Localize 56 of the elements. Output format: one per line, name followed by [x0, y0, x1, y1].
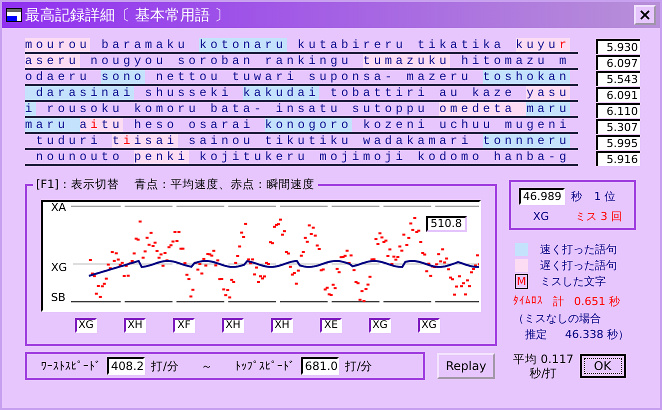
typed-line: tuduri t i isai sainou tikutiku wadakamari tonnneru	[25, 134, 578, 150]
grade-label: XH	[271, 318, 293, 333]
average-label: 平均 0.117	[513, 352, 574, 366]
line-time-field: 6.110	[596, 102, 640, 118]
window-icon	[6, 7, 22, 23]
grade-label: XG	[75, 318, 97, 333]
line-time-field: 6.097	[596, 54, 640, 70]
grade-label: XG	[369, 318, 391, 333]
axis-label: XG	[51, 262, 68, 274]
legend-label: 遅く打った語句	[540, 258, 617, 273]
typed-line: mourou baramaku kotonaru kutabireru tikatika kuyu r	[25, 38, 578, 54]
line-time-field: 5.916	[596, 150, 640, 166]
top-speed-field: 681.0	[300, 357, 339, 375]
grade-result: XG	[533, 210, 550, 223]
time-field: 46.989	[519, 188, 565, 205]
grade-label: XH	[124, 318, 146, 333]
line-time-field: 5.543	[596, 70, 640, 86]
miss-count: ミス 3 回	[575, 209, 622, 224]
typed-line: darasinai shusseki kakudai tobattiri au kaze yasu	[25, 86, 578, 102]
total-label: 計	[553, 294, 564, 309]
time-loss-label: ﾀｲﾑﾛｽ	[513, 294, 543, 309]
line-time-field: 5.930	[596, 38, 640, 54]
unit-label: 打/分	[151, 358, 179, 374]
typed-line: nounouto penki kojitukeru mojimoji kodomo hanba-g	[25, 150, 578, 166]
close-button[interactable]: ×	[634, 5, 656, 25]
time-unit: 秒	[571, 189, 582, 204]
rank-label: 1 位	[594, 189, 616, 204]
typed-line: aseru nougyou soroban rankingu tumazuku hitomazu m	[25, 54, 578, 70]
estimate-value: 46.338 秒）	[565, 327, 629, 342]
top-speed-label: ﾄｯﾌﾟｽﾋﾟｰﾄﾞ	[234, 359, 295, 373]
line-time-field: 5.995	[596, 134, 640, 150]
worst-speed-field: 408.2	[107, 357, 145, 375]
peak-speed-field: 510.8	[426, 216, 467, 232]
grade-label: XF	[173, 318, 195, 333]
replay-button[interactable]: Replay	[437, 353, 495, 379]
worst-speed-label: ﾜｰｽﾄｽﾋﾟｰﾄﾞ	[41, 359, 101, 373]
line-time-field: 5.307	[596, 118, 640, 134]
window-title: 最高記録詳細〔 基本常用語 〕	[25, 6, 231, 24]
unit-label: 打/分	[344, 358, 373, 374]
range-tilde: ～	[200, 358, 213, 374]
grade-label: XH	[222, 318, 244, 333]
legend-label: 速く打った語句	[540, 242, 617, 257]
note-text: （ミスなしの場合	[513, 311, 602, 326]
time-loss-value: 0.651 秒	[574, 294, 620, 309]
average-unit: 秒/打	[529, 366, 558, 380]
graph-caption: [F1]：表示切替 青点：平均速度、赤点：瞬間速度	[33, 177, 318, 192]
miss-sample: M	[515, 274, 528, 289]
typed-line: maru a i tu heso osarai konogoro kozeni uchuu mugeni	[25, 118, 578, 134]
grade-label: XG	[418, 318, 440, 333]
legend-label: ミスした文字	[540, 274, 606, 289]
grade-label: XE	[320, 318, 342, 333]
line-time-field: 6.091	[596, 86, 640, 102]
axis-label: SB	[51, 292, 67, 304]
ok-button[interactable]: OK	[580, 354, 626, 378]
axis-label: XA	[51, 202, 68, 214]
estimate-label: 推定	[525, 327, 547, 342]
